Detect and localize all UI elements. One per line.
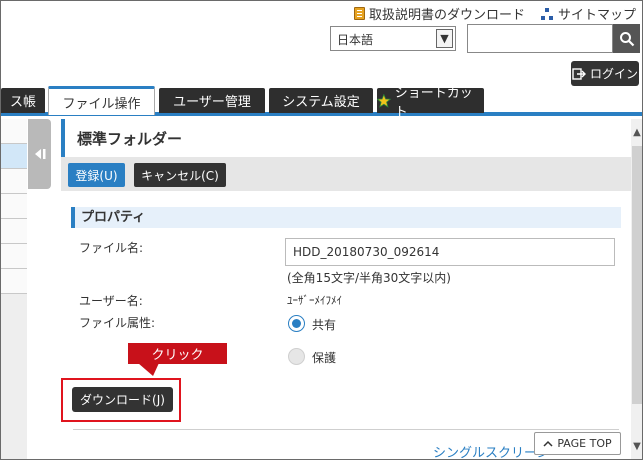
list-item[interactable] [1, 169, 27, 194]
scroll-up-icon[interactable]: ▲ [631, 125, 642, 139]
tab-label: ユーザー管理 [173, 95, 251, 110]
language-select[interactable]: 日本語 ▼ [330, 26, 456, 51]
folder-header: 標準フォルダー [61, 119, 631, 157]
download-button[interactable]: ダウンロード(J) [72, 387, 173, 412]
file-name-field[interactable]: HDD_20180730_092614 [285, 238, 615, 266]
tab-label: ス帳 [9, 95, 36, 110]
search-input[interactable] [467, 24, 613, 53]
click-callout: クリック [128, 343, 227, 364]
properties-heading: プロパティ [71, 207, 621, 228]
protected-radio-label: 保護 [312, 351, 337, 365]
sitemap-link[interactable]: サイトマップ [540, 4, 636, 23]
cancel-button[interactable]: キャンセル(C) [134, 163, 226, 187]
login-button[interactable]: ログイン [571, 61, 639, 86]
collapse-left-icon [34, 149, 45, 159]
top-links: 取扱説明書のダウンロード サイトマップ [353, 4, 636, 23]
tab-file-operations[interactable]: ファイル操作 [48, 86, 155, 115]
list-item[interactable] [1, 269, 27, 294]
star-icon [377, 93, 391, 108]
register-button[interactable]: 登録(U) [68, 163, 125, 187]
tab-label: ショートカット [394, 85, 473, 120]
shared-radio-label: 共有 [312, 318, 337, 332]
search-button[interactable] [613, 24, 640, 53]
scroll-down-icon[interactable]: ▼ [631, 439, 642, 453]
tab-user-management[interactable]: ユーザー管理 [159, 88, 265, 113]
search-icon [619, 31, 634, 46]
manual-icon [353, 7, 365, 20]
login-label: ログイン [589, 67, 638, 81]
file-name-hint: (全角15文字/半角30文字以内) [287, 271, 451, 285]
tab-label: ファイル操作 [62, 96, 141, 112]
page-title: 標準フォルダー [77, 130, 183, 148]
main-tab-bar: ス帳 ファイル操作 ユーザー管理 システム設定 ショートカット [1, 86, 642, 120]
user-name-value: ﾕｰｻﾞｰﾒｲﾌﾒｲ [287, 294, 342, 307]
chevron-down-icon[interactable]: ▼ [436, 29, 453, 48]
list-item[interactable] [1, 194, 27, 219]
tab-address-book[interactable]: ス帳 [1, 88, 45, 113]
file-attribute-label: ファイル属性: [79, 316, 156, 330]
manual-download-link[interactable]: 取扱説明書のダウンロード [353, 4, 525, 23]
login-icon [572, 67, 586, 80]
scrollbar-thumb[interactable] [632, 146, 642, 404]
manual-download-label: 取扱説明書のダウンロード [368, 8, 525, 23]
app-window: 取扱説明書のダウンロード サイトマップ 日本語 ▼ ログイン ス帳 ファイル操作… [0, 0, 643, 460]
list-item[interactable] [1, 244, 27, 269]
protected-radio[interactable] [288, 348, 305, 365]
tab-shortcut[interactable]: ショートカット [377, 86, 484, 120]
list-item[interactable] [1, 219, 27, 244]
file-name-label: ファイル名: [79, 241, 144, 255]
collapse-panel-handle[interactable] [28, 119, 51, 189]
sitemap-label: サイトマップ [557, 8, 636, 23]
single-screen-link[interactable]: シングルスクリーン [433, 442, 549, 459]
sitemap-icon [540, 7, 554, 20]
page-top-label: PAGE TOP [557, 437, 612, 450]
shared-radio[interactable] [288, 315, 305, 332]
divider [73, 429, 619, 430]
page-top-button[interactable]: PAGE TOP [534, 432, 621, 455]
user-name-label: ユーザー名: [79, 294, 143, 308]
language-selected-value: 日本語 [337, 33, 374, 47]
action-bar: 登録(U) キャンセル(C) [61, 157, 631, 191]
chevron-up-icon [543, 440, 553, 447]
list-item[interactable] [1, 144, 27, 169]
list-item[interactable] [1, 119, 27, 144]
folder-tree-list [1, 119, 27, 294]
tab-label: システム設定 [282, 95, 360, 110]
tab-system-settings[interactable]: システム設定 [269, 88, 373, 113]
